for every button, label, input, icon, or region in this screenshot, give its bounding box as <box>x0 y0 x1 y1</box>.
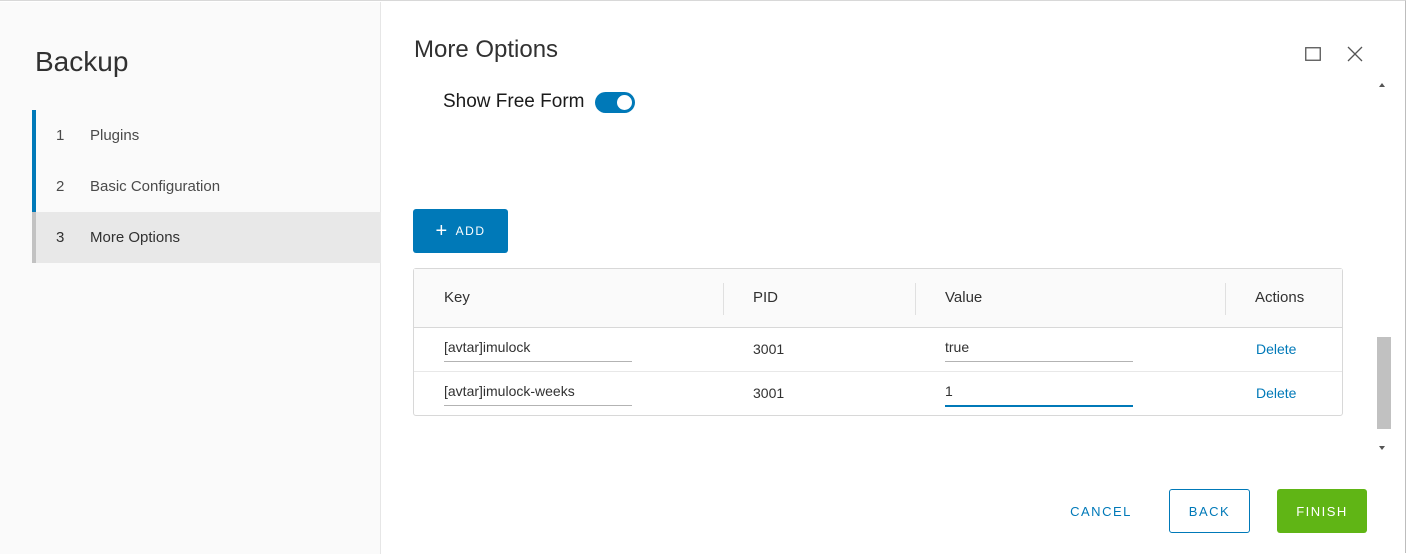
finish-button[interactable]: FINISH <box>1277 489 1367 533</box>
page-title: More Options <box>414 36 559 63</box>
column-separator[interactable] <box>915 283 916 315</box>
key-input[interactable]: [avtar]imulock-weeks <box>444 383 632 406</box>
wizard-steps: 1 Plugins 2 Basic Configuration 3 More O… <box>32 110 381 263</box>
step-number: 2 <box>56 178 65 195</box>
table-row: [avtar]imulock 3001 true Delete <box>414 328 1342 372</box>
content-scrollbar[interactable] <box>1375 75 1393 461</box>
show-free-form-label: Show Free Form <box>443 91 585 112</box>
plus-icon: + <box>435 220 449 242</box>
step-label: Plugins <box>90 127 140 144</box>
back-button[interactable]: BACK <box>1169 489 1250 533</box>
close-icon[interactable] <box>1343 42 1367 66</box>
pid-cell: 3001 <box>753 385 785 401</box>
table-row: [avtar]imulock-weeks 3001 1 Delete <box>414 372 1342 416</box>
column-header-actions: Actions <box>1255 289 1305 306</box>
pid-cell: 3001 <box>753 341 785 357</box>
value-input[interactable]: true <box>945 339 1133 362</box>
value-input[interactable]: 1 <box>945 383 1133 407</box>
cancel-button[interactable]: CANCEL <box>1061 489 1141 533</box>
scroll-down-arrow-icon[interactable] <box>1379 446 1385 450</box>
column-header-pid[interactable]: PID <box>753 289 778 306</box>
step-number: 1 <box>56 127 65 144</box>
toggle-knob <box>617 94 633 110</box>
wizard-sidebar: Backup 1 Plugins 2 Basic Configuration 3… <box>0 2 381 554</box>
scroll-thumb[interactable] <box>1377 337 1391 429</box>
step-basic-configuration[interactable]: 2 Basic Configuration <box>32 161 381 212</box>
column-header-value[interactable]: Value <box>945 289 982 306</box>
show-free-form-toggle[interactable] <box>595 91 636 113</box>
step-label: More Options <box>90 229 181 246</box>
show-free-form: Show Free Form <box>443 91 636 113</box>
step-number: 3 <box>56 229 65 246</box>
delete-link[interactable]: Delete <box>1256 341 1296 357</box>
step-more-options[interactable]: 3 More Options <box>32 212 381 263</box>
add-button-label: ADD <box>455 224 486 238</box>
maximize-icon[interactable] <box>1301 42 1325 66</box>
grid-header: Key PID Value Actions <box>414 269 1342 328</box>
add-button[interactable]: + ADD <box>413 209 508 253</box>
column-header-key[interactable]: Key <box>444 289 470 306</box>
step-label: Basic Configuration <box>90 178 221 195</box>
options-grid: Key PID Value Actions [avtar]imulock 300… <box>413 268 1343 416</box>
delete-link[interactable]: Delete <box>1256 385 1296 401</box>
backup-wizard: Backup 1 Plugins 2 Basic Configuration 3… <box>0 0 1406 554</box>
key-input[interactable]: [avtar]imulock <box>444 339 632 362</box>
step-plugins[interactable]: 1 Plugins <box>32 110 381 161</box>
wizard-content: More Options Show Free Form + ADD Key PI… <box>381 2 1405 554</box>
wizard-title: Backup <box>35 46 129 77</box>
column-separator[interactable] <box>723 283 724 315</box>
scroll-up-arrow-icon[interactable] <box>1379 83 1385 87</box>
column-separator[interactable] <box>1225 283 1226 315</box>
